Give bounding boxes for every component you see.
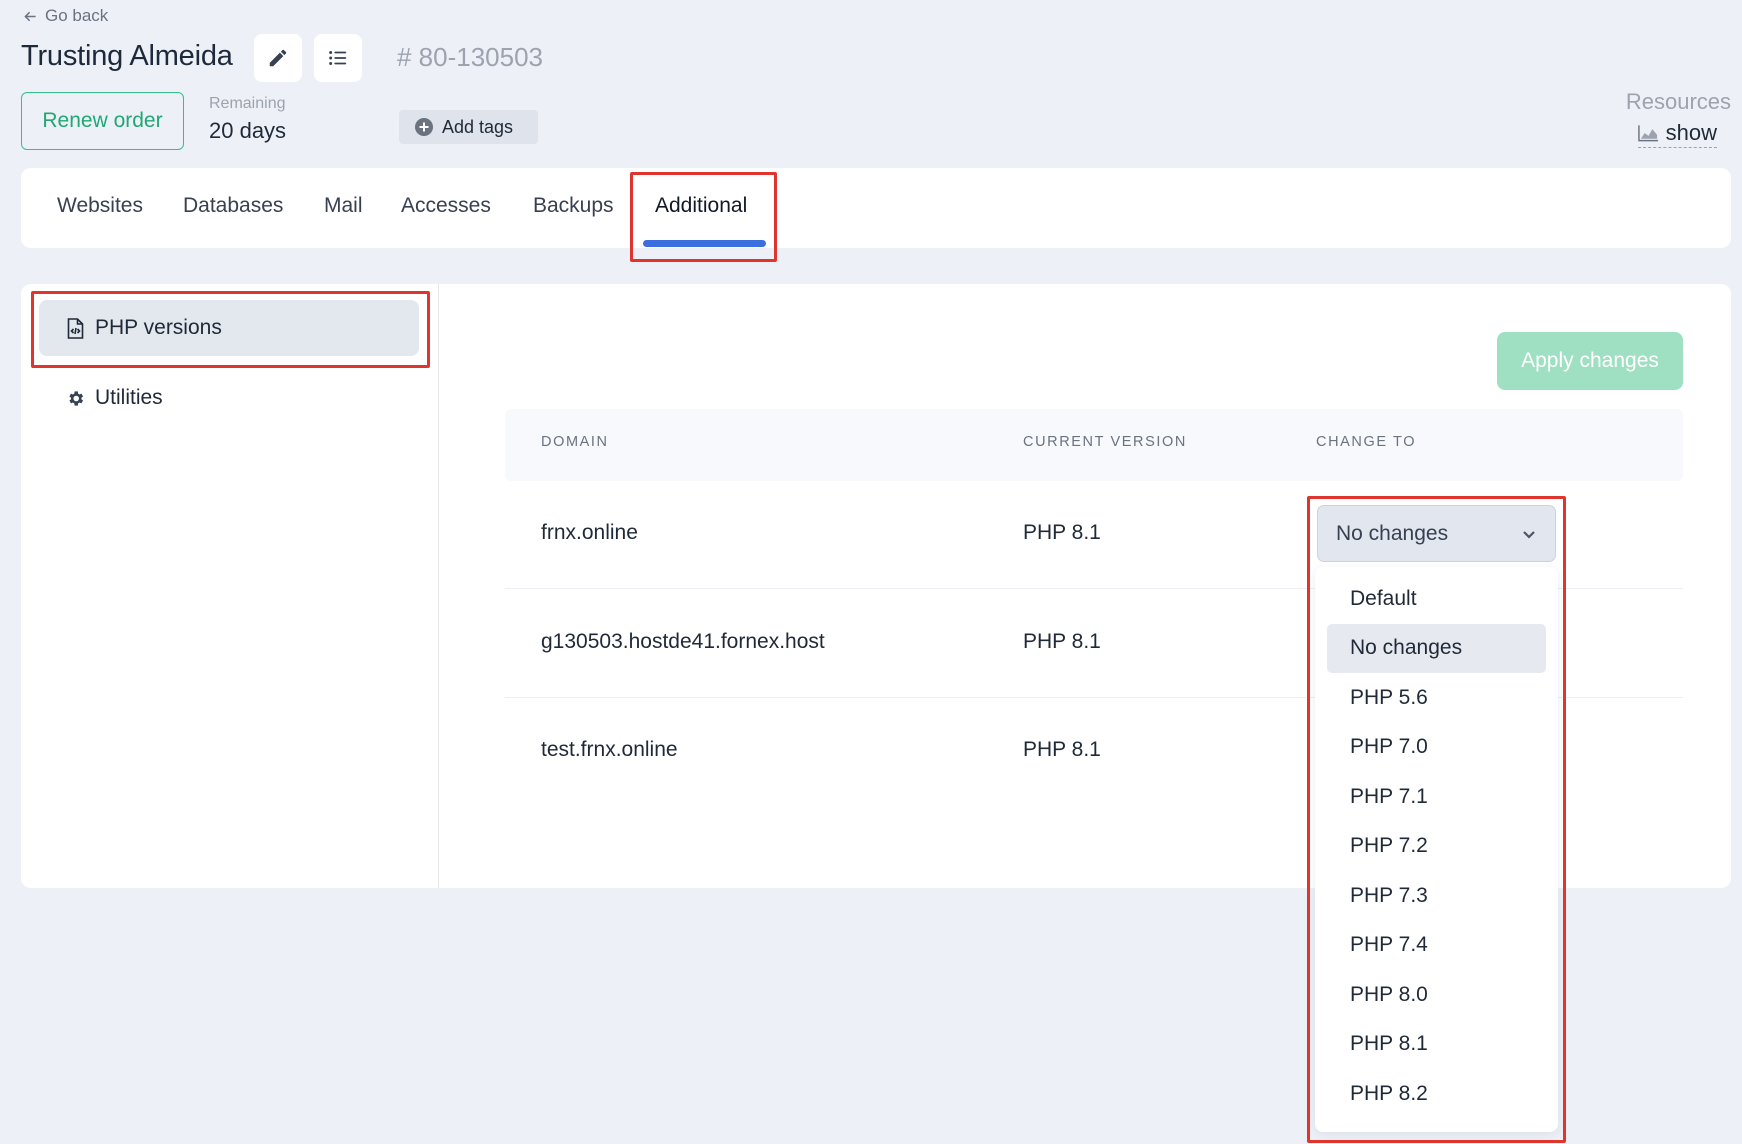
php-file-icon — [67, 317, 84, 339]
tab-databases[interactable]: Databases — [183, 194, 283, 218]
dropdown-option[interactable]: PHP 7.1 — [1327, 772, 1546, 822]
pencil-icon — [269, 49, 287, 67]
sidebar-item-label: PHP versions — [95, 316, 222, 339]
dropdown-option[interactable]: PHP 8.0 — [1327, 970, 1546, 1020]
sidebar-item-utilities[interactable]: Utilities — [39, 370, 419, 426]
dropdown-option[interactable]: PHP 8.1 — [1327, 1020, 1546, 1070]
go-back-link[interactable]: Go back — [22, 6, 108, 26]
column-header-domain: DOMAIN — [541, 434, 609, 450]
list-icon — [329, 51, 347, 65]
area-chart-icon — [1637, 125, 1658, 142]
tab-backups[interactable]: Backups — [533, 194, 614, 218]
dropdown-option[interactable]: PHP 7.4 — [1327, 921, 1546, 971]
select-value: No changes — [1336, 521, 1449, 545]
remaining-label: Remaining — [209, 95, 286, 112]
dropdown-option[interactable]: Default — [1327, 574, 1546, 624]
row-domain: test.frnx.online — [541, 738, 678, 761]
plus-circle-icon — [415, 118, 433, 136]
renew-order-button[interactable]: Renew order — [21, 92, 184, 150]
remaining-value: 20 days — [209, 118, 287, 143]
php-version-select[interactable]: No changes — [1317, 505, 1556, 562]
row-domain: frnx.online — [541, 521, 638, 544]
add-tags-button[interactable]: Add tags — [399, 110, 538, 144]
active-tab-indicator — [643, 240, 766, 247]
add-tags-label: Add tags — [442, 116, 514, 137]
edit-button[interactable] — [254, 34, 302, 82]
dropdown-option[interactable]: PHP 7.3 — [1327, 871, 1546, 921]
tab-websites[interactable]: Websites — [57, 194, 143, 218]
sidebar-item-label: Utilities — [95, 386, 163, 409]
gear-icon — [69, 390, 84, 406]
list-button[interactable] — [314, 34, 362, 82]
resources-show-link[interactable]: show — [1637, 120, 1717, 148]
php-version-dropdown: Default No changes PHP 5.6 PHP 7.0 PHP 7… — [1315, 567, 1558, 1132]
column-header-current-version: CURRENT VERSION — [1023, 434, 1187, 450]
resources-show-label: show — [1665, 120, 1717, 145]
dropdown-option[interactable]: PHP 7.0 — [1327, 723, 1546, 773]
dropdown-option-selected[interactable]: No changes — [1327, 623, 1546, 673]
chevron-down-icon — [1523, 530, 1535, 539]
apply-changes-button[interactable]: Apply changes — [1497, 332, 1683, 390]
row-domain: g130503.hostde41.fornex.host — [541, 630, 825, 653]
row-current-version: PHP 8.1 — [1023, 630, 1101, 653]
order-id: # 80-130503 — [397, 42, 544, 72]
go-back-label: Go back — [45, 6, 109, 25]
resources-label: Resources — [1625, 89, 1731, 114]
sidebar-item-php-versions[interactable]: PHP versions — [39, 300, 419, 356]
dropdown-option[interactable]: PHP 5.6 — [1327, 673, 1546, 723]
dropdown-option[interactable]: PHP 7.2 — [1327, 822, 1546, 872]
sidebar-divider — [438, 284, 439, 888]
tab-accesses[interactable]: Accesses — [401, 194, 491, 218]
row-current-version: PHP 8.1 — [1023, 521, 1101, 544]
tab-additional[interactable]: Additional — [655, 194, 747, 218]
page-title: Trusting Almeida — [21, 40, 233, 72]
column-header-change-to: CHANGE TO — [1316, 434, 1417, 450]
tab-mail[interactable]: Mail — [324, 194, 363, 218]
arrow-left-icon — [24, 11, 36, 21]
row-current-version: PHP 8.1 — [1023, 738, 1101, 761]
dropdown-option[interactable]: PHP 8.2 — [1327, 1069, 1546, 1119]
